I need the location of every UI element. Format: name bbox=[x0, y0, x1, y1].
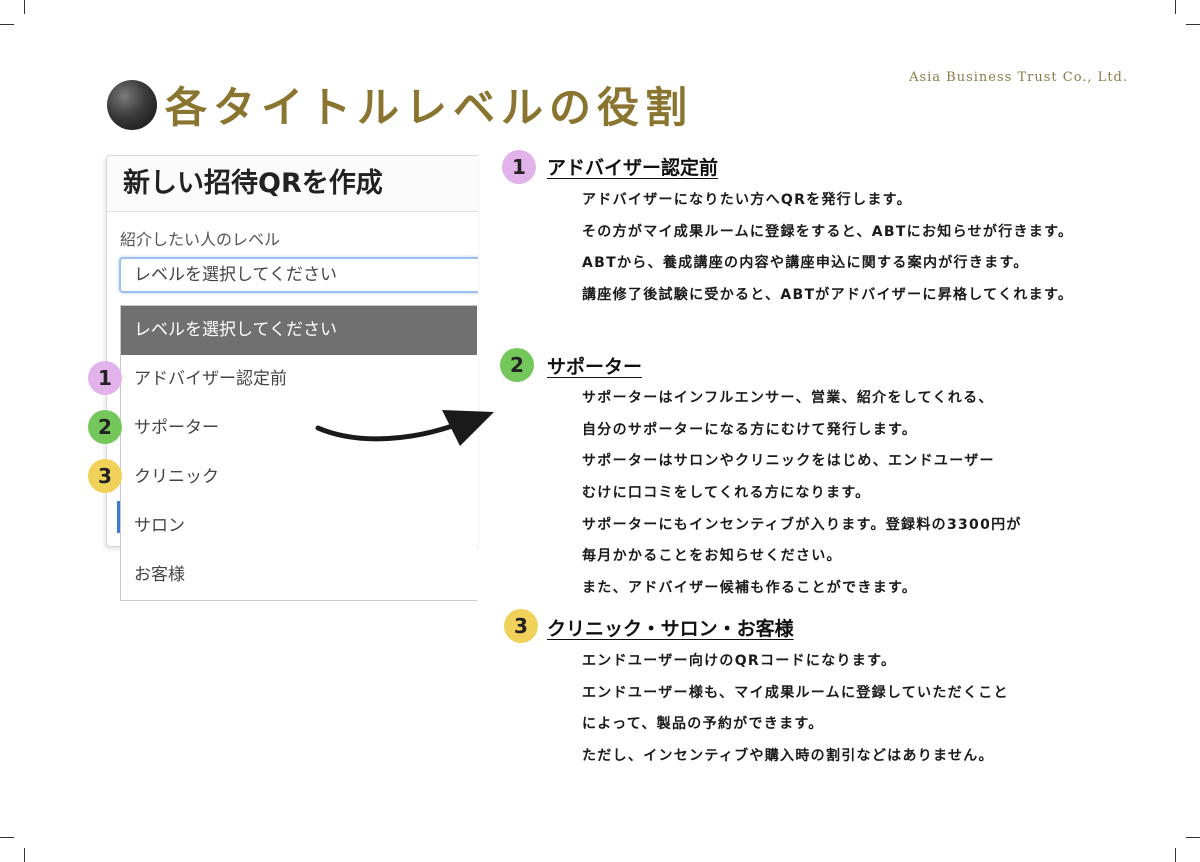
dropdown-option-clinic[interactable]: クリニック bbox=[121, 453, 477, 502]
section-line: エンドユーザー向けのQRコードになります。 bbox=[582, 653, 897, 669]
dropdown-option-placeholder[interactable]: レベルを選択してください bbox=[121, 306, 477, 355]
section-line: サポーターにもインセンティブが入ります。登録料の3300円が bbox=[582, 516, 1022, 533]
form-title: 新しい招待QRを作成 bbox=[107, 156, 478, 212]
section-line: によって、製品の予約ができます。 bbox=[582, 716, 824, 733]
section-body-advisor: アドバイザーになりたい方へQRを発行します。 その方がマイ成果ルームに登録をする… bbox=[582, 185, 1073, 312]
title-bullet-icon bbox=[107, 80, 157, 130]
section-badge-2: 2 bbox=[500, 348, 534, 382]
section-body-clinic-salon-customer: エンドユーザー向けのQRコードになります。 エンドユーザー様も、マイ成果ルームに… bbox=[582, 646, 1009, 773]
section-line: ABTから、養成講座の内容や講座申込に関する案内が行きます。 bbox=[582, 255, 1029, 272]
section-line: サポーターはサロンやクリニックをはじめ、エンドユーザー bbox=[582, 453, 995, 470]
section-line: また、アドバイザー候補も作ることができます。 bbox=[582, 580, 918, 597]
arrow-right-icon bbox=[315, 410, 494, 446]
company-name: Asia Business Trust Co., Ltd. bbox=[909, 70, 1128, 85]
section-line: エンドユーザー様も、マイ成果ルームに登録していただくこと bbox=[582, 684, 1009, 701]
level-field-label: 紹介したい人のレベル bbox=[120, 230, 281, 249]
level-select[interactable]: レベルを選択してください bbox=[119, 257, 478, 293]
crop-mark bbox=[1175, 0, 1176, 14]
section-line: アドバイザーになりたい方へQRを発行します。 bbox=[582, 192, 912, 208]
section-line: ただし、インセンティブや購入時の割引などはありません。 bbox=[582, 748, 994, 765]
section-body-supporter: サポーターはインフルエンサー、営業、紹介をしてくれる、 自分のサポーターになる方… bbox=[582, 383, 1022, 605]
dropdown-option-advisor[interactable]: アドバイザー認定前 bbox=[121, 355, 477, 404]
crop-mark bbox=[24, 0, 25, 14]
number-badge-2: 2 bbox=[88, 410, 122, 444]
section-heading-clinic-salon-customer: クリニック・サロン・お客様 bbox=[547, 618, 794, 640]
crop-mark bbox=[0, 24, 14, 25]
section-badge-1: 1 bbox=[502, 150, 536, 184]
crop-mark bbox=[1186, 24, 1200, 25]
section-heading-advisor: アドバイザー認定前 bbox=[547, 157, 719, 179]
section-badge-3: 3 bbox=[504, 609, 538, 643]
page-title: 各タイトルレベルの役割 bbox=[165, 83, 694, 132]
section-line: サポーターはインフルエンサー、営業、紹介をしてくれる、 bbox=[582, 390, 994, 406]
section-line: 自分のサポーターになる方にむけて発行します。 bbox=[582, 421, 918, 438]
section-line: 講座修了後試験に受かると、ABTがアドバイザーに昇格してくれます。 bbox=[582, 287, 1074, 304]
section-line: その方がマイ成果ルームに登録をすると、ABTにお知らせが行きます。 bbox=[582, 223, 1074, 240]
section-line: むけに口コミをしてくれる方になります。 bbox=[582, 485, 871, 502]
crop-mark bbox=[1186, 837, 1200, 838]
dropdown-option-customer[interactable]: お客様 bbox=[121, 551, 477, 600]
number-badge-3: 3 bbox=[88, 459, 122, 493]
section-line: 毎月かかることをお知らせください。 bbox=[582, 548, 842, 565]
crop-mark bbox=[24, 848, 25, 862]
crop-mark bbox=[1175, 848, 1176, 862]
crop-mark bbox=[0, 837, 14, 838]
dropdown-option-salon[interactable]: サロン bbox=[121, 502, 477, 551]
number-badge-1: 1 bbox=[88, 361, 122, 395]
section-heading-supporter: サポーター bbox=[547, 356, 643, 378]
